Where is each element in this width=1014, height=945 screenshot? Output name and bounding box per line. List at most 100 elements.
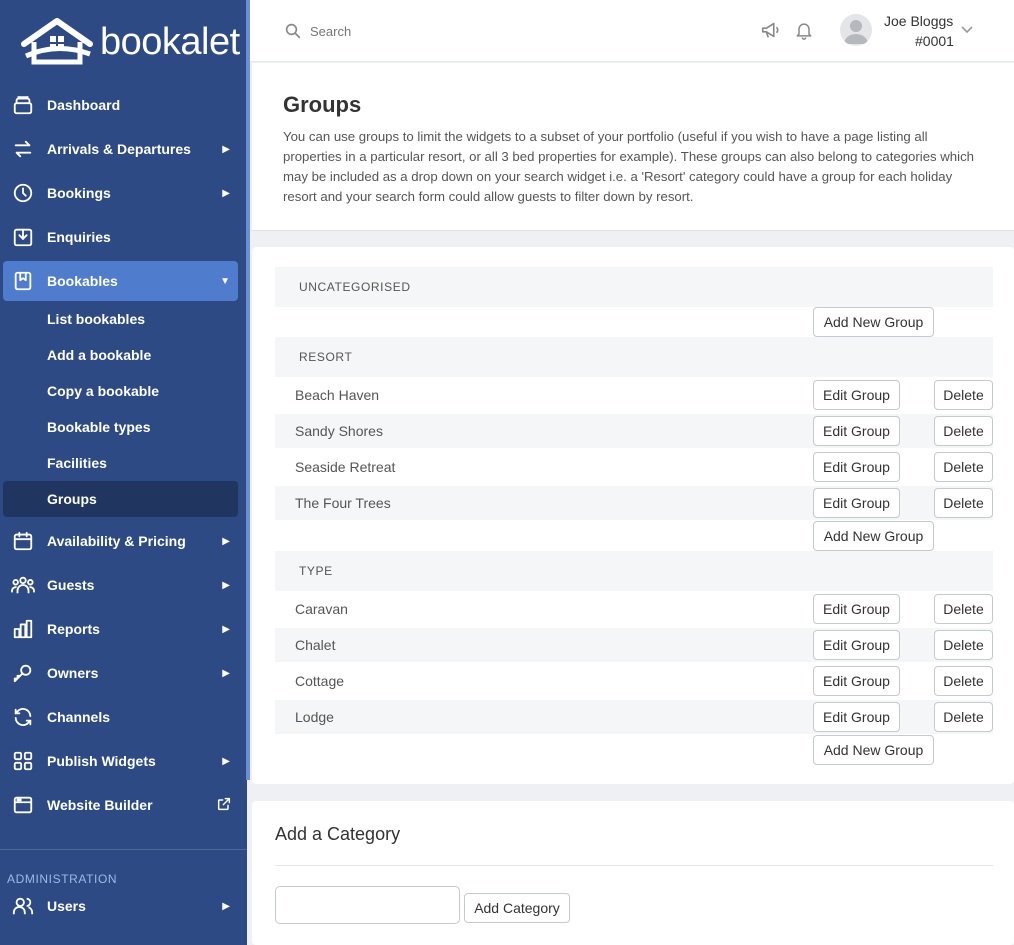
delete-group-button[interactable]: Delete <box>934 488 993 518</box>
intro-panel: Groups You can use groups to limit the w… <box>252 63 1014 231</box>
sidebar-item-label: Reports <box>47 621 100 637</box>
delete-group-button[interactable]: Delete <box>934 702 993 732</box>
page-description: You can use groups to limit the widgets … <box>283 129 975 204</box>
top-header: Joe Bloggs #0001 <box>250 0 1014 62</box>
category-header-resort: RESORT <box>275 337 993 377</box>
sidebar-item-users[interactable]: Users ▶ <box>3 886 238 926</box>
sidebar-item-label: Channels <box>47 709 111 725</box>
search-input[interactable] <box>310 18 610 44</box>
caret-right-icon: ▶ <box>222 900 230 912</box>
search-icon <box>285 23 301 39</box>
sidebar-item-dashboard[interactable]: Dashboard <box>3 85 238 125</box>
clock-icon <box>11 181 35 205</box>
sidebar-subitem-groups[interactable]: Groups <box>3 481 238 517</box>
category-name-input[interactable] <box>275 886 460 924</box>
sidebar-item-channels[interactable]: Channels <box>3 697 238 737</box>
edit-group-button[interactable]: Edit Group <box>813 594 900 624</box>
groups-panel: UNCATEGORISED Add New Group RESORT Beach… <box>252 247 1014 784</box>
user-name[interactable]: Joe Bloggs <box>884 13 953 29</box>
add-category-panel: Add a Category Add Category <box>252 801 1014 945</box>
sidebar-subitem-bookable-types[interactable]: Bookable types <box>3 409 238 445</box>
stack-icon <box>11 93 35 117</box>
category-header-type: TYPE <box>275 551 993 591</box>
group-name: The Four Trees <box>295 495 391 511</box>
avatar[interactable] <box>840 14 872 46</box>
edit-group-button[interactable]: Edit Group <box>813 416 900 446</box>
add-new-group-button[interactable]: Add New Group <box>813 521 934 551</box>
category-header-uncategorised: UNCATEGORISED <box>275 267 993 307</box>
sidebar-item-label: Guests <box>47 577 95 593</box>
sidebar-item-label: Website Builder <box>47 797 153 813</box>
brand-logo[interactable]: bookalet <box>20 18 240 66</box>
sidebar-item-label: Arrivals & Departures <box>47 141 191 157</box>
sidebar-item-label: Owners <box>47 665 99 681</box>
refresh-icon <box>11 705 35 729</box>
key-icon <box>11 661 35 685</box>
edit-group-button[interactable]: Edit Group <box>813 666 900 696</box>
edit-group-button[interactable]: Edit Group <box>813 488 900 518</box>
sidebar-item-guests[interactable]: Guests ▶ <box>3 565 238 605</box>
edit-group-button[interactable]: Edit Group <box>813 380 900 410</box>
caret-right-icon: ▶ <box>222 535 230 547</box>
arrows-swap-icon <box>11 137 35 161</box>
sidebar-item-bookings[interactable]: Bookings ▶ <box>3 173 238 213</box>
sidebar-subitem-facilities[interactable]: Facilities <box>3 445 238 481</box>
brand-name: bookalet <box>100 20 240 63</box>
edit-group-button[interactable]: Edit Group <box>813 702 900 732</box>
caret-right-icon: ▶ <box>222 755 230 767</box>
sidebar-item-owners[interactable]: Owners ▶ <box>3 653 238 693</box>
delete-group-button[interactable]: Delete <box>934 416 993 446</box>
divider <box>275 865 993 866</box>
delete-group-button[interactable]: Delete <box>934 594 993 624</box>
group-name: Beach Haven <box>295 387 380 403</box>
calendar-icon <box>11 529 35 553</box>
caret-down-icon: ▼ <box>220 275 230 287</box>
caret-right-icon: ▶ <box>222 143 230 155</box>
delete-group-button[interactable]: Delete <box>934 630 993 660</box>
bar-chart-icon <box>11 617 35 641</box>
caret-right-icon: ▶ <box>222 623 230 635</box>
megaphone-icon[interactable] <box>760 19 782 41</box>
sidebar-item-label: Publish Widgets <box>47 753 156 769</box>
add-category-title: Add a Category <box>275 824 401 844</box>
sidebar-item-label: Dashboard <box>47 97 121 113</box>
browser-icon <box>11 793 35 817</box>
sidebar-subitem-list-bookables[interactable]: List bookables <box>3 301 238 337</box>
sidebar-item-publish-widgets[interactable]: Publish Widgets ▶ <box>3 741 238 781</box>
sidebar-item-label: Bookings <box>47 185 111 201</box>
group-name: Sandy Shores <box>295 423 383 439</box>
sidebar-item-label: Availability & Pricing <box>47 533 186 549</box>
sidebar-item-website-builder[interactable]: Website Builder <box>3 785 238 825</box>
group-name: Chalet <box>295 637 336 653</box>
caret-right-icon: ▶ <box>222 667 230 679</box>
add-new-group-button[interactable]: Add New Group <box>813 307 934 337</box>
group-name: Seaside Retreat <box>295 459 396 475</box>
add-category-button[interactable]: Add Category <box>464 893 570 923</box>
delete-group-button[interactable]: Delete <box>934 666 993 696</box>
edit-group-button[interactable]: Edit Group <box>813 630 900 660</box>
sidebar-item-arrivals-departures[interactable]: Arrivals & Departures ▶ <box>3 129 238 169</box>
delete-group-button[interactable]: Delete <box>934 380 993 410</box>
group-name: Cottage <box>295 673 345 689</box>
chevron-down-icon[interactable] <box>960 24 974 36</box>
sidebar-subitem-copy-bookable[interactable]: Copy a bookable <box>3 373 238 409</box>
user-id: #0001 <box>915 33 954 49</box>
sidebar-subitem-add-bookable[interactable]: Add a bookable <box>3 337 238 373</box>
sidebar-item-bookables[interactable]: Bookables ▼ <box>3 261 238 301</box>
sidebar-item-enquiries[interactable]: Enquiries <box>3 217 238 257</box>
edit-group-button[interactable]: Edit Group <box>813 452 900 482</box>
add-new-group-button[interactable]: Add New Group <box>813 735 934 765</box>
house-logo-icon <box>21 18 93 65</box>
sidebar-item-label: Users <box>47 898 86 914</box>
admin-section-label: ADMINISTRATION <box>7 872 118 886</box>
grid-icon <box>11 749 35 773</box>
users-icon <box>11 573 35 597</box>
sidebar-scrollbar[interactable] <box>246 0 250 780</box>
bell-icon[interactable] <box>794 19 814 41</box>
caret-right-icon: ▶ <box>222 579 230 591</box>
user-icon <box>11 894 35 918</box>
sidebar-item-availability-pricing[interactable]: Availability & Pricing ▶ <box>3 521 238 561</box>
sidebar-item-reports[interactable]: Reports ▶ <box>3 609 238 649</box>
delete-group-button[interactable]: Delete <box>934 452 993 482</box>
external-link-icon <box>216 796 232 815</box>
